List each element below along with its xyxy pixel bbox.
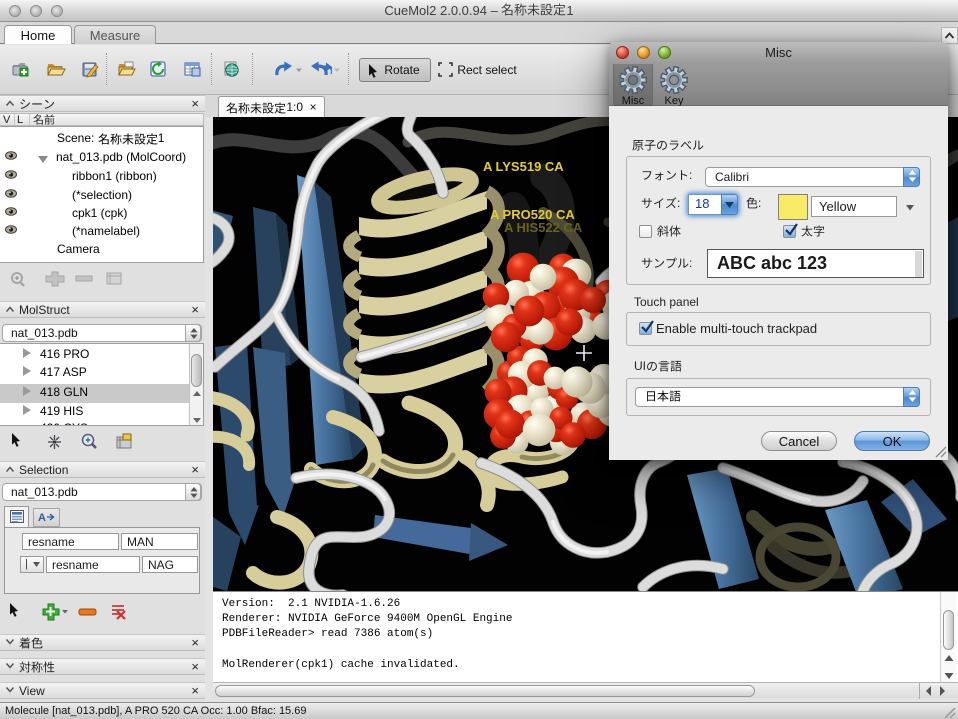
svg-text:A: A [38,512,46,523]
